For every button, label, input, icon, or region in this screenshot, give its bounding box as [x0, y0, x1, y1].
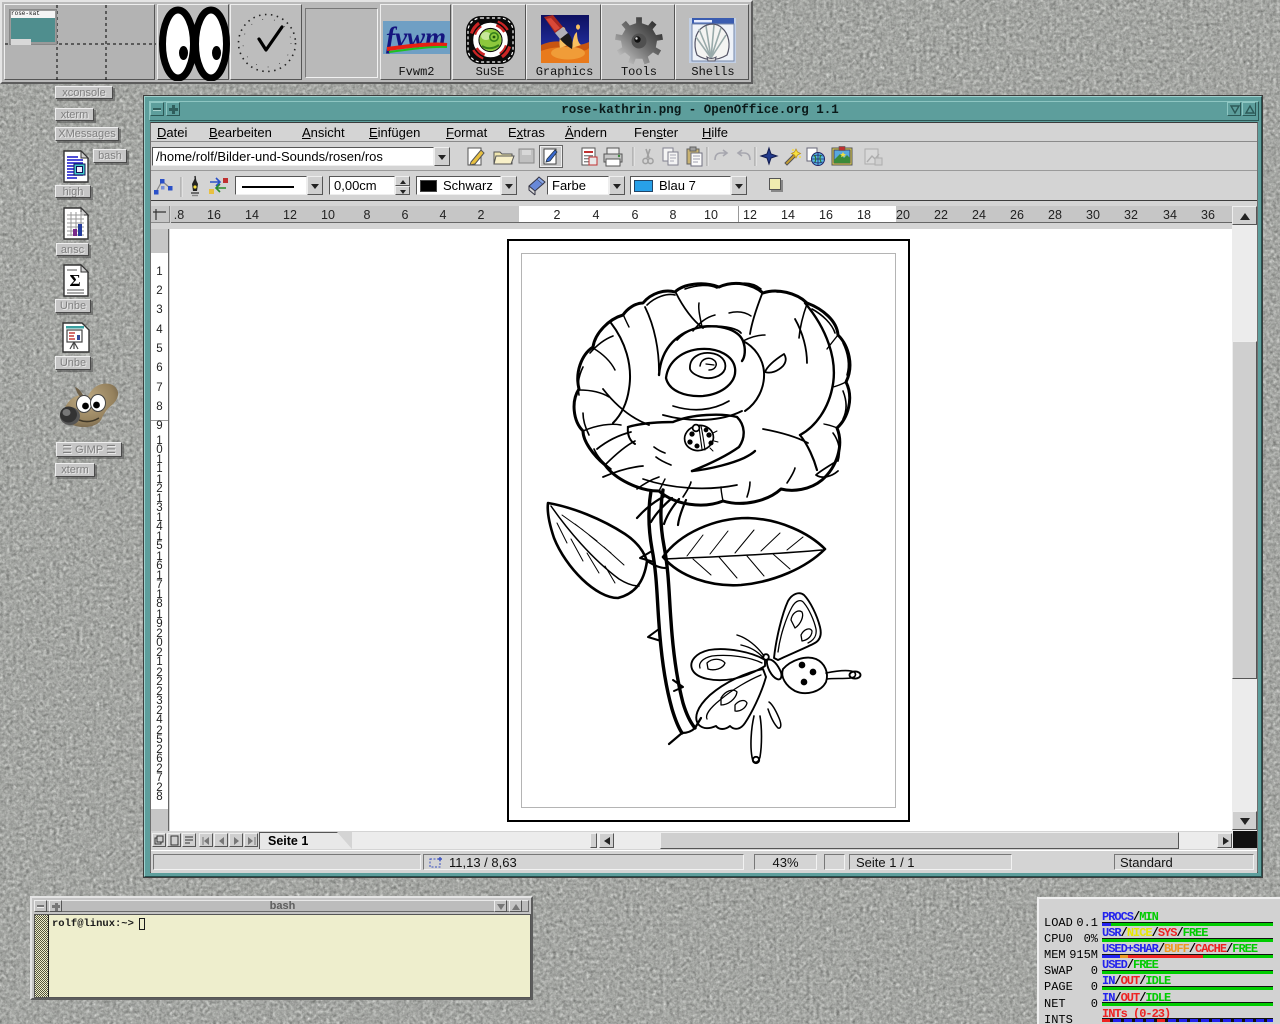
svg-text:Σ: Σ	[69, 271, 80, 290]
